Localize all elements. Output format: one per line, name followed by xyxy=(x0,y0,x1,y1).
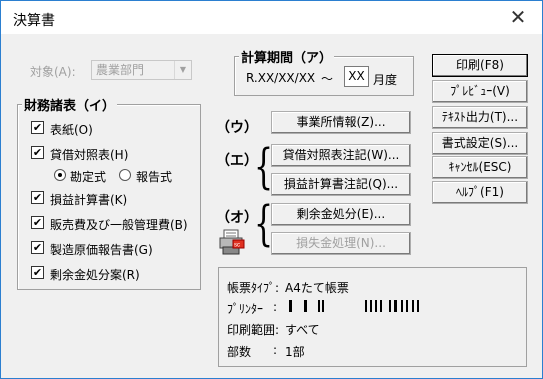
text-output-button[interactable]: ﾃｷｽﾄ出力(T)... xyxy=(432,106,528,129)
marker-u: （ウ） xyxy=(216,120,258,136)
surplus-button[interactable]: 剰余金処分(E)... xyxy=(271,203,411,226)
printer-icon: sc xyxy=(218,228,246,256)
copies-value: 1部 xyxy=(285,345,305,359)
radio-account-form-label[interactable]: 勘定式 xyxy=(70,168,106,185)
loss-button[interactable]: 損失金処理(N)... xyxy=(271,232,411,255)
target-select[interactable]: 農業部門 ▼ xyxy=(91,60,192,80)
printer-label: ﾌﾟﾘﾝﾀｰ xyxy=(227,302,264,316)
period-tilde: ～ xyxy=(321,72,334,86)
window-title: 決算書 xyxy=(13,13,55,29)
format-settings-button[interactable]: 書式設定(S)... xyxy=(432,132,528,155)
checkbox-manufacturing-label[interactable]: 製造原価報告書(G) xyxy=(50,241,153,258)
chevron-down-icon[interactable]: ▼ xyxy=(174,61,191,79)
checkbox-surplus-plan-label[interactable]: 剰余金処分案(R) xyxy=(50,266,140,283)
form-type-label: 帳票ﾀｲﾌﾟ: xyxy=(227,281,280,295)
radio-report-form-dot[interactable] xyxy=(119,169,131,181)
close-icon[interactable]: ✕ xyxy=(508,7,528,27)
printer-colon: : xyxy=(273,300,278,314)
month-label: 月度 xyxy=(373,73,398,87)
range-label: 印刷範囲: xyxy=(227,323,280,337)
print-button[interactable]: 印刷(F8) xyxy=(432,54,528,77)
marker-o: （オ） xyxy=(216,210,258,226)
checkbox-balance-sheet-label[interactable]: 貸借対照表(H) xyxy=(50,146,128,163)
checkbox-sga-label[interactable]: 販売費及び一般管理費(B) xyxy=(50,216,188,233)
radio-report-form-label[interactable]: 報告式 xyxy=(136,168,172,185)
svg-text:sc: sc xyxy=(234,243,240,249)
period-title: 計算期間（ア） xyxy=(239,47,335,66)
month-input[interactable]: XX xyxy=(344,66,369,87)
cancel-button[interactable]: ｷｬﾝｾﾙ(ESC) xyxy=(432,156,528,179)
checkbox-cover-label[interactable]: 表紙(O) xyxy=(50,121,93,138)
checkbox-income-statement-label[interactable]: 損益計算書(K) xyxy=(50,191,127,208)
office-info-button[interactable]: 事業所情報(Z)... xyxy=(271,111,411,134)
dialog-window: 決算書 ✕ 対象(A): 農業部門 ▼ 計算期間（ア） R.XX/XX/XX ～… xyxy=(0,0,543,379)
copies-label: 部数 xyxy=(227,345,252,359)
period-from: R.XX/XX/XX xyxy=(246,71,316,85)
range-value: すべて xyxy=(285,323,320,337)
checkbox-income-statement-box[interactable]: ✔ xyxy=(31,191,44,204)
statements-title: 財務諸表（イ） xyxy=(22,95,118,114)
title-bar[interactable]: 決算書 ✕ xyxy=(1,1,542,35)
help-button[interactable]: ﾍﾙﾌﾟ(F1) xyxy=(432,181,528,204)
marker-e: （エ） xyxy=(216,153,258,169)
checkbox-cover-box[interactable]: ✔ xyxy=(31,121,44,134)
form-type-value: A4たて帳票 xyxy=(285,281,349,295)
checkbox-sga-box[interactable]: ✔ xyxy=(31,216,44,229)
checkbox-manufacturing-box[interactable]: ✔ xyxy=(31,241,44,254)
radio-account-form-dot[interactable] xyxy=(54,169,66,181)
printer-name-redacted xyxy=(285,298,425,314)
checkbox-surplus-plan-box[interactable]: ✔ xyxy=(31,266,44,279)
target-label: 対象(A): xyxy=(30,65,76,79)
pl-notes-button[interactable]: 損益計算書注記(Q)... xyxy=(271,173,411,196)
checkbox-balance-sheet-box[interactable]: ✔ xyxy=(31,146,44,159)
target-select-value: 農業部門 xyxy=(96,63,145,77)
preview-button[interactable]: ﾌﾟﾚﾋﾞｭｰ(V) xyxy=(432,80,528,103)
bs-notes-button[interactable]: 貸借対照表注記(W)... xyxy=(271,144,411,167)
copies-colon: : xyxy=(273,343,278,357)
